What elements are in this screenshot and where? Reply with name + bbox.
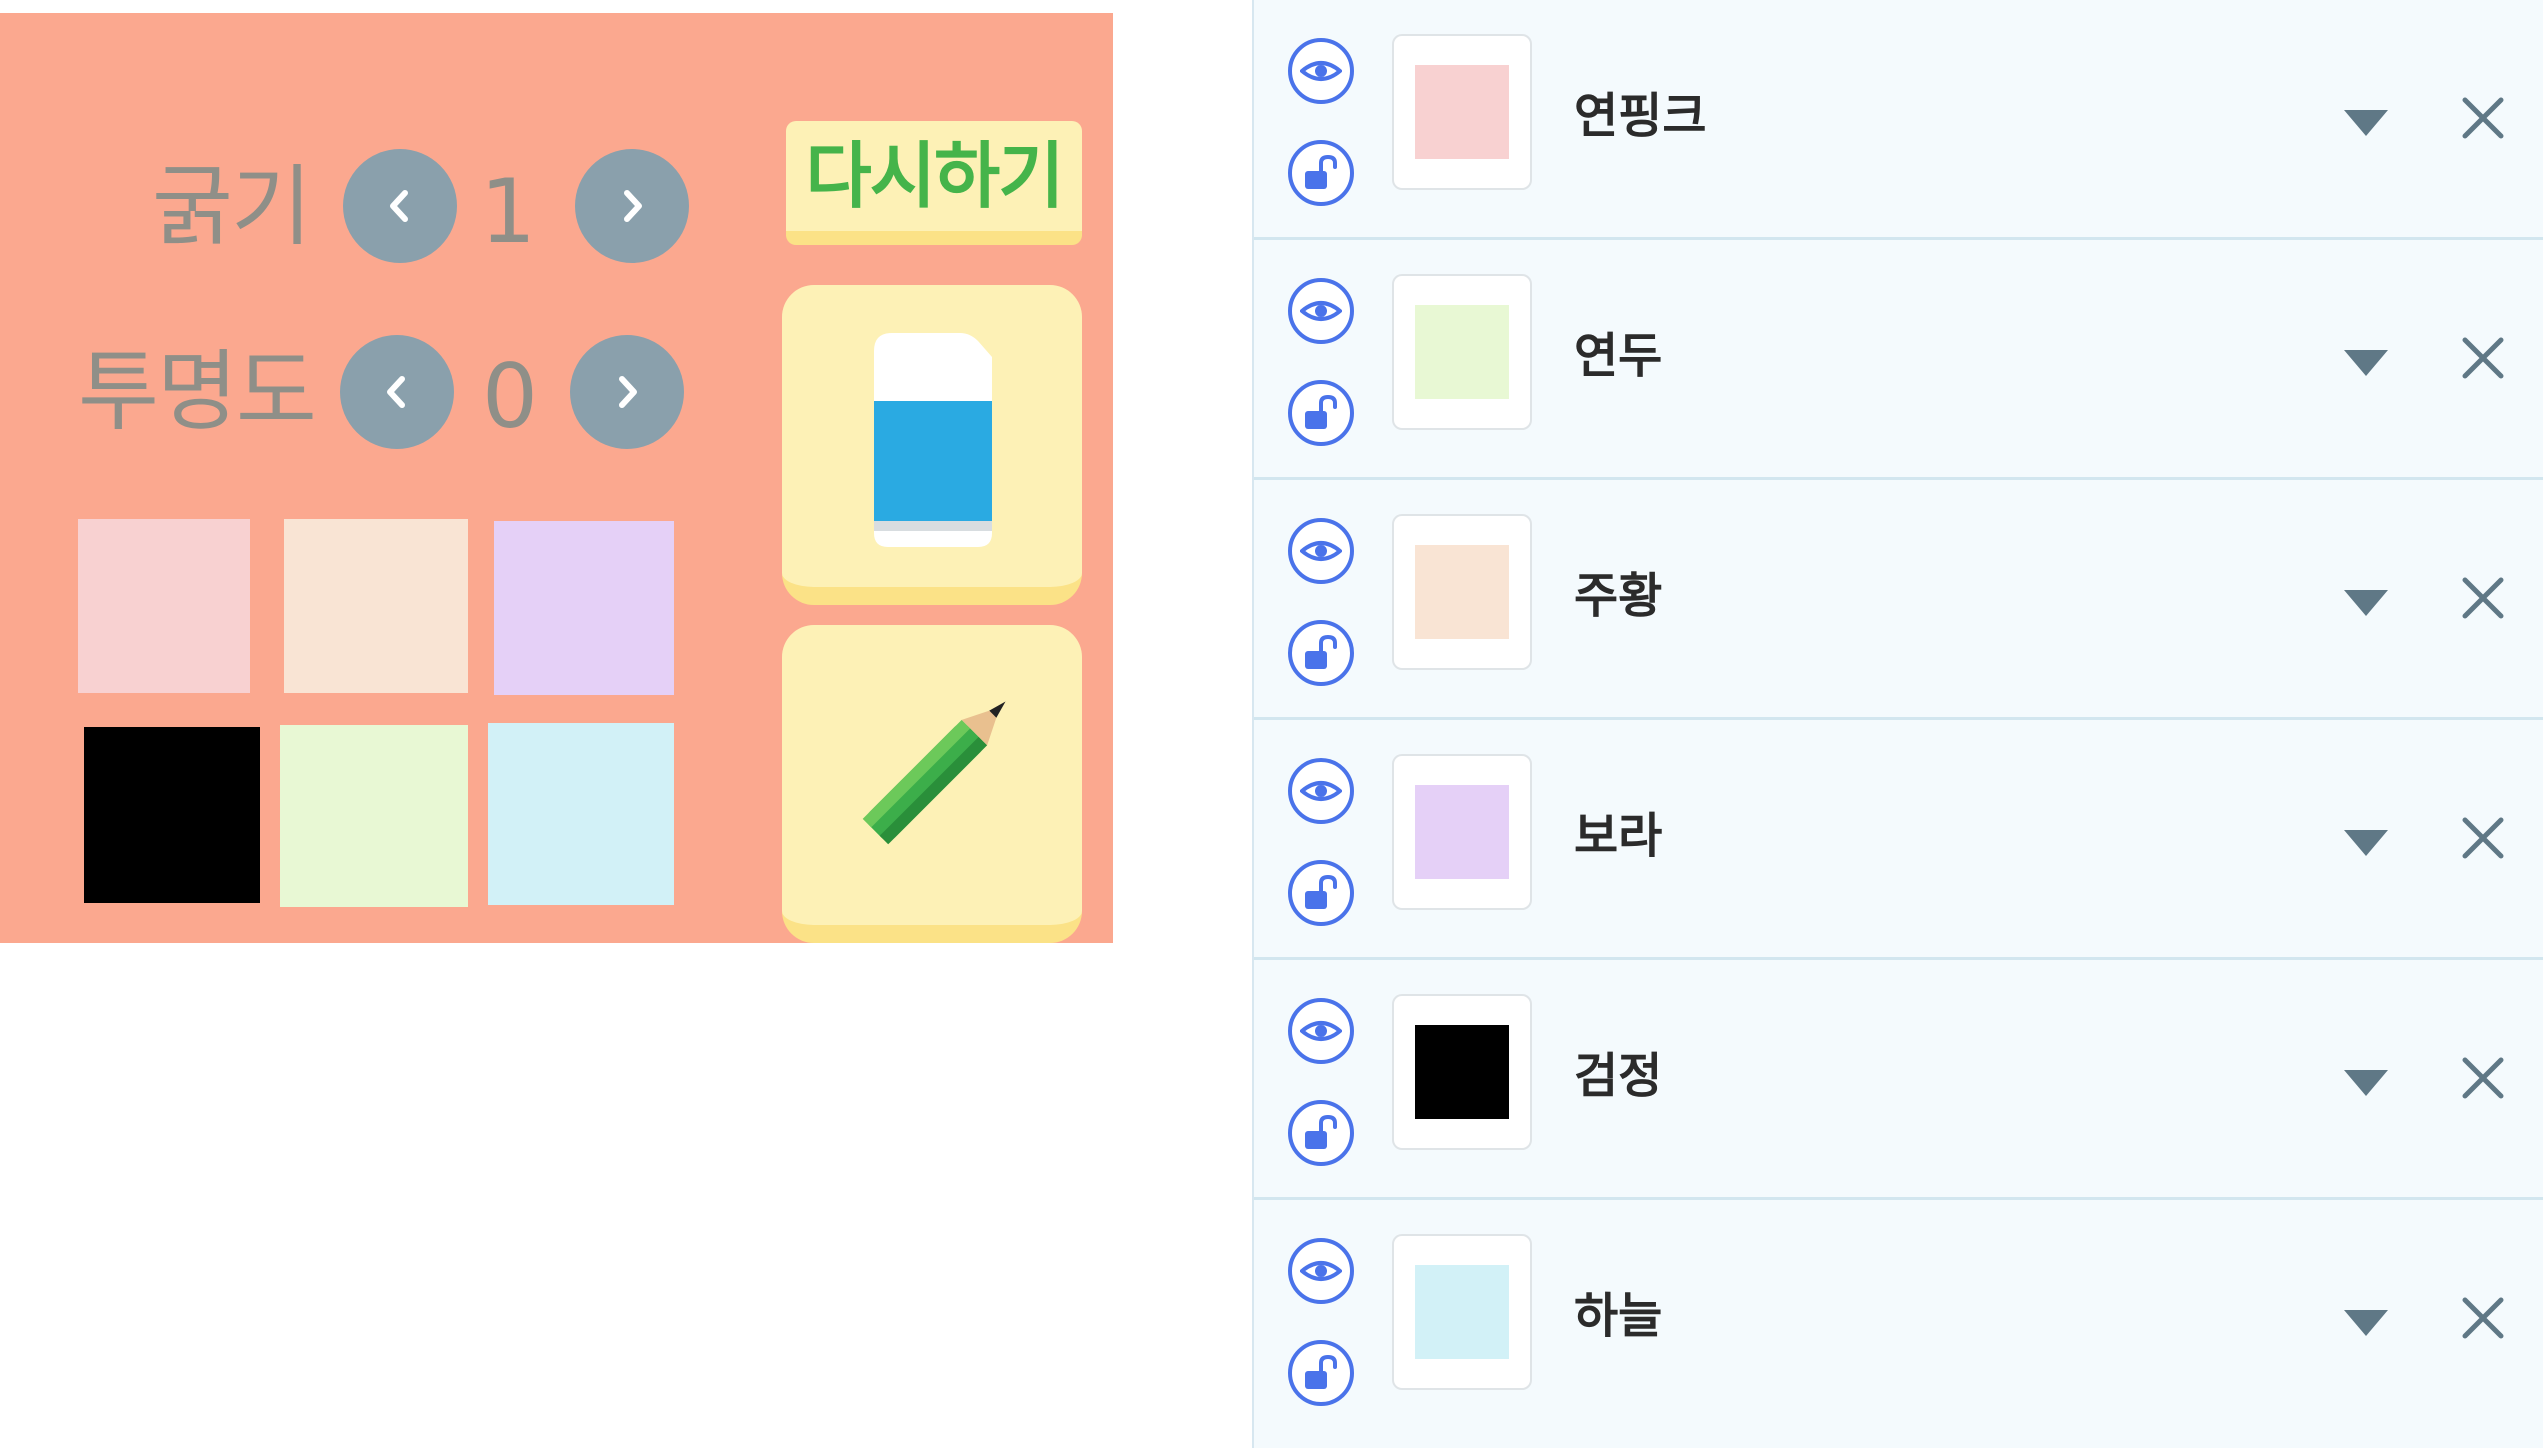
palette-swatch-black[interactable]	[84, 727, 260, 903]
layer-thumbnail	[1392, 274, 1532, 430]
caret-down-icon[interactable]	[2344, 830, 2388, 856]
eye-icon	[1300, 1021, 1342, 1041]
layer-thumbnail	[1392, 994, 1532, 1150]
unlock-icon	[1305, 394, 1337, 429]
layer-color-swatch	[1415, 1025, 1509, 1119]
layer-color-swatch	[1415, 545, 1509, 639]
eye-icon	[1300, 61, 1342, 81]
unlock-icon	[1305, 154, 1337, 189]
layer-row[interactable]: 하늘	[1254, 1200, 2543, 1448]
reset-button-label: 다시하기	[805, 134, 1065, 218]
eye-icon	[1300, 541, 1342, 561]
close-icon[interactable]	[2459, 94, 2507, 142]
eraser-icon	[874, 333, 992, 547]
lock-toggle[interactable]	[1288, 1340, 1354, 1406]
lock-toggle[interactable]	[1288, 380, 1354, 446]
close-icon[interactable]	[2459, 574, 2507, 622]
unlock-icon	[1305, 1354, 1337, 1389]
close-icon[interactable]	[2459, 1054, 2507, 1102]
layer-name: 연핑크	[1574, 88, 1707, 144]
layer-thumbnail	[1392, 754, 1532, 910]
chevron-left-icon	[390, 190, 408, 222]
opacity-label: 투명도	[78, 340, 317, 443]
eye-icon	[1300, 781, 1342, 801]
eye-icon	[1300, 1261, 1342, 1281]
lock-toggle[interactable]	[1288, 860, 1354, 926]
opacity-decrease-button[interactable]	[340, 335, 454, 449]
layer-thumbnail	[1392, 34, 1532, 190]
visibility-toggle[interactable]	[1288, 518, 1354, 584]
layer-color-swatch	[1415, 1265, 1509, 1359]
visibility-toggle[interactable]	[1288, 758, 1354, 824]
layer-thumbnail	[1392, 1234, 1532, 1390]
close-icon[interactable]	[2459, 814, 2507, 862]
layer-name: 보라	[1574, 808, 1663, 864]
visibility-toggle[interactable]	[1288, 278, 1354, 344]
chevron-right-icon	[624, 190, 642, 222]
visibility-toggle[interactable]	[1288, 38, 1354, 104]
layer-list: 연핑크 연두 주황 보라 검정 하늘	[1252, 0, 2543, 1448]
layer-color-swatch	[1415, 785, 1509, 879]
layer-name: 연두	[1574, 328, 1663, 384]
lock-toggle[interactable]	[1288, 1100, 1354, 1166]
eye-icon	[1300, 301, 1342, 321]
thickness-value: 1	[480, 160, 536, 263]
layer-row[interactable]: 연핑크	[1254, 0, 2543, 240]
chevron-left-icon	[387, 376, 405, 408]
palette-swatch-peach[interactable]	[284, 519, 468, 693]
close-icon[interactable]	[2459, 1294, 2507, 1342]
reset-button[interactable]: 다시하기	[786, 121, 1082, 245]
layer-row[interactable]: 주황	[1254, 480, 2543, 720]
opacity-increase-button[interactable]	[570, 335, 684, 449]
caret-down-icon[interactable]	[2344, 110, 2388, 136]
unlock-icon	[1305, 874, 1337, 909]
palette-swatch-light-pink[interactable]	[78, 519, 250, 693]
layer-thumbnail	[1392, 514, 1532, 670]
pencil-icon	[862, 701, 1006, 845]
thickness-label: 굵기	[152, 155, 312, 258]
caret-down-icon[interactable]	[2344, 590, 2388, 616]
thickness-increase-button[interactable]	[575, 149, 689, 263]
caret-down-icon[interactable]	[2344, 1070, 2388, 1096]
layer-color-swatch	[1415, 65, 1509, 159]
layer-name: 주황	[1574, 568, 1663, 624]
brush-panel: 굵기 1 투명도 0 다시하기	[0, 13, 1113, 943]
eraser-tool-button[interactable]	[782, 285, 1082, 605]
lock-toggle[interactable]	[1288, 140, 1354, 206]
unlock-icon	[1305, 634, 1337, 669]
visibility-toggle[interactable]	[1288, 1238, 1354, 1304]
layer-row[interactable]: 검정	[1254, 960, 2543, 1200]
layer-name: 검정	[1574, 1048, 1663, 1104]
chevron-right-icon	[619, 376, 637, 408]
layer-row[interactable]: 보라	[1254, 720, 2543, 960]
palette-swatch-light-green[interactable]	[280, 725, 468, 907]
lock-toggle[interactable]	[1288, 620, 1354, 686]
opacity-value: 0	[482, 345, 538, 448]
thickness-decrease-button[interactable]	[343, 149, 457, 263]
caret-down-icon[interactable]	[2344, 1310, 2388, 1336]
caret-down-icon[interactable]	[2344, 350, 2388, 376]
palette-swatch-lavender[interactable]	[494, 521, 674, 695]
pencil-tool-button[interactable]	[782, 625, 1082, 943]
layer-row[interactable]: 연두	[1254, 240, 2543, 480]
unlock-icon	[1305, 1114, 1337, 1149]
palette-swatch-sky-blue[interactable]	[488, 723, 674, 905]
layer-color-swatch	[1415, 305, 1509, 399]
layer-name: 하늘	[1574, 1288, 1663, 1344]
visibility-toggle[interactable]	[1288, 998, 1354, 1064]
close-icon[interactable]	[2459, 334, 2507, 382]
